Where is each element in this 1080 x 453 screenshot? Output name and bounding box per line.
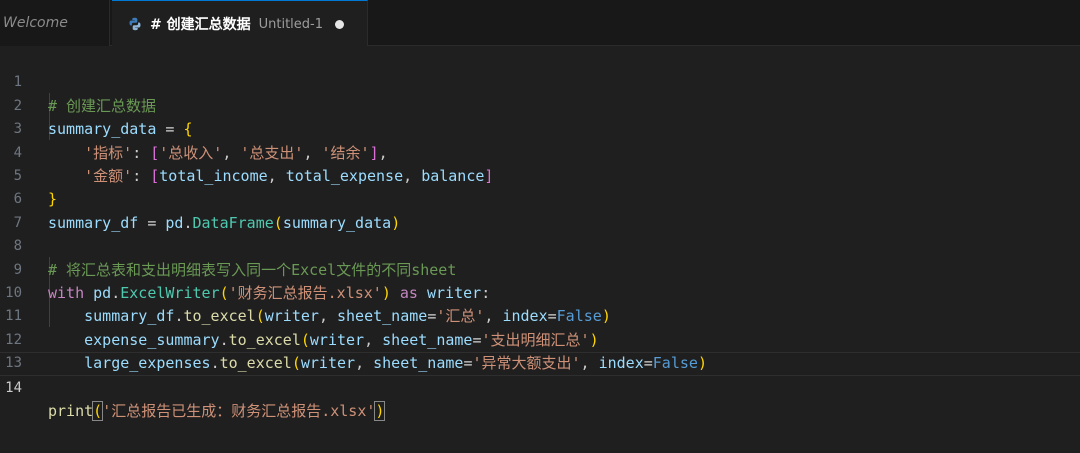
tab-title: # 创建汇总数据 [150, 17, 251, 33]
unsaved-dot-icon[interactable] [335, 19, 344, 29]
code-text: print('汇总报告已生成：财务汇总报告.xlsx') [48, 401, 386, 421]
code-line[interactable]: 12 large_expenses.to_excel(writer, sheet… [0, 305, 1080, 372]
code-line[interactable]: 7 [0, 188, 1080, 231]
code-line[interactable]: 2 summary_data = { [0, 71, 1080, 138]
code-line[interactable]: 4 '金额': [total_income, total_expense, ba… [0, 118, 1080, 185]
tab-welcome-label: Welcome [3, 15, 68, 31]
code-line[interactable]: 6 summary_df = pd.DataFrame(summary_data… [0, 165, 1080, 231]
code-line[interactable]: 11 expense_summary.to_excel(writer, shee… [0, 282, 1080, 348]
editor-tab-bar: Welcome # 创建汇总数据 Untitled-1 [0, 0, 1080, 47]
line-number: 14 [5, 379, 22, 396]
python-icon [128, 17, 142, 31]
code-line[interactable]: 9 with pd.ExcelWriter('财务汇总报告.xlsx') as … [0, 235, 1080, 302]
code-line[interactable]: 10 summary_df.to_excel(writer, sheet_nam… [0, 259, 1080, 325]
vscode-window: Welcome # 创建汇总数据 Untitled-1 1 # 创建汇总数据 2… [0, 0, 1080, 453]
current-code-line[interactable]: 14 print('汇总报告已生成：财务汇总报告.xlsx') [0, 352, 1080, 421]
code-line[interactable]: 3 '指标': ['总收入', '总支出', '结余'], [0, 95, 1080, 161]
code-line[interactable]: 13 [0, 329, 1080, 371]
code-line[interactable]: 8 # 将汇总表和支出明细表写入同一个Excel文件的不同sheet [0, 212, 1080, 278]
code-line[interactable]: 1 # 创建汇总数据 [0, 48, 1080, 114]
tab-description: Untitled-1 [258, 16, 323, 32]
code-line[interactable]: 5 } [0, 142, 1080, 208]
tab-untitled-1[interactable]: # 创建汇总数据 Untitled-1 [112, 0, 368, 47]
code-editor[interactable]: 1 # 创建汇总数据 2 summary_data = { 3 '指标': ['… [0, 46, 1080, 453]
tab-welcome[interactable]: Welcome [0, 0, 110, 46]
